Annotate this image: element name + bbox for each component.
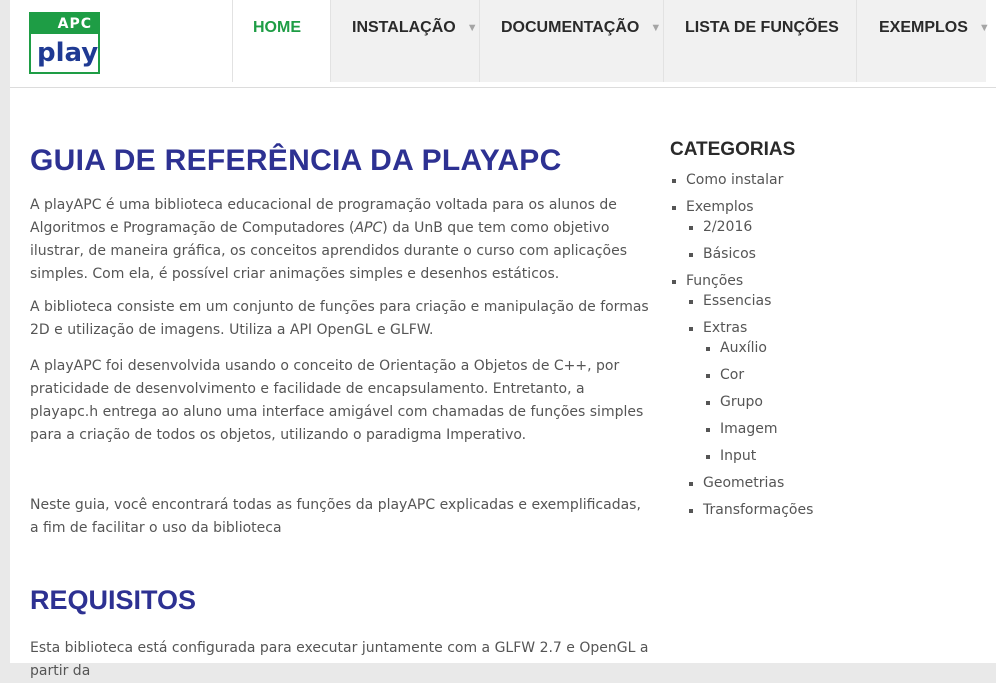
category-list: Como instalar Exemplos 2/2016 Básicos Fu… — [670, 170, 970, 520]
bullet-icon — [689, 509, 693, 513]
nav-exemplos[interactable]: EXEMPLOS ▼ — [856, 0, 990, 82]
category-link[interactable]: Geometrias — [703, 475, 784, 491]
requisitos-paragraph: Esta biblioteca está configurada para ex… — [30, 640, 649, 679]
category-item[interactable]: 2/2016 — [670, 217, 970, 237]
site-logo[interactable]: APC play — [29, 12, 100, 74]
category-item[interactable]: Essencias — [670, 291, 970, 311]
category-link[interactable]: Essencias — [703, 293, 771, 309]
oop-paragraph: A playAPC foi desenvolvida usando o conc… — [30, 358, 644, 443]
bullet-icon — [672, 179, 676, 183]
category-link[interactable]: Como instalar — [686, 172, 783, 188]
category-link[interactable]: Imagem — [720, 421, 777, 437]
category-link[interactable]: Funções — [686, 273, 743, 289]
page: APC play HOME INSTALAÇÃO ▼ DOCUMENTAÇÃO … — [10, 0, 996, 679]
page-title: GUIA DE REFERÊNCIA DA PLAYAPC — [30, 144, 562, 177]
bullet-icon — [689, 300, 693, 304]
bullet-icon — [672, 206, 676, 210]
bullet-icon — [672, 280, 676, 284]
bullet-icon — [689, 226, 693, 230]
intro-paragraph: A playAPC é uma biblioteca educacional d… — [30, 194, 650, 286]
chevron-down-icon: ▼ — [466, 22, 478, 34]
bullet-icon — [706, 347, 710, 351]
sidebar: CATEGORIAS Como instalar Exemplos 2/2016… — [670, 138, 970, 527]
category-link[interactable]: Extras — [703, 320, 747, 336]
category-link[interactable]: Cor — [720, 367, 744, 383]
category-link[interactable]: Auxílio — [720, 340, 767, 356]
category-item[interactable]: Input — [670, 446, 970, 466]
nav-home[interactable]: HOME — [232, 0, 330, 82]
bullet-icon — [689, 482, 693, 486]
category-item[interactable]: Geometrias — [670, 473, 970, 493]
category-link[interactable]: Exemplos — [686, 199, 754, 215]
guide-paragraph: Neste guia, você encontrará todas as fun… — [30, 497, 641, 536]
bullet-icon — [706, 401, 710, 405]
bullet-icon — [689, 253, 693, 257]
chevron-down-icon: ▼ — [650, 22, 662, 34]
nav-documentacao[interactable]: DOCUMENTAÇÃO ▼ — [479, 0, 663, 82]
bullet-icon — [706, 455, 710, 459]
logo-play-text: play — [37, 38, 99, 68]
category-item[interactable]: Básicos — [670, 244, 970, 264]
library-paragraph: A biblioteca consiste em um conjunto de … — [30, 299, 649, 338]
category-item[interactable]: Como instalar — [670, 170, 970, 190]
logo-apc-text: APC — [31, 14, 98, 34]
bullet-icon — [706, 428, 710, 432]
nav-exemplos-label: EXEMPLOS — [879, 19, 968, 36]
bullet-icon — [706, 374, 710, 378]
nav-lista-de-funcoes[interactable]: LISTA DE FUNÇÕES — [663, 0, 856, 82]
nav-lista-label: LISTA DE FUNÇÕES — [685, 19, 839, 36]
category-item[interactable]: Cor — [670, 365, 970, 385]
nav-instalacao-label: INSTALAÇÃO — [352, 19, 456, 36]
category-link[interactable]: Básicos — [703, 246, 756, 262]
apc-emphasis: APC — [354, 220, 383, 236]
category-link[interactable]: 2/2016 — [703, 219, 752, 235]
category-link[interactable]: Input — [720, 448, 756, 464]
categories-title: CATEGORIAS — [670, 139, 796, 160]
main-nav: HOME INSTALAÇÃO ▼ DOCUMENTAÇÃO ▼ LISTA D… — [232, 0, 990, 82]
category-item[interactable]: Funções — [670, 271, 970, 291]
category-item[interactable]: Transformações — [670, 500, 970, 520]
category-link[interactable]: Grupo — [720, 394, 763, 410]
nav-home-label: HOME — [253, 19, 301, 36]
category-item[interactable]: Exemplos — [670, 197, 970, 217]
category-item[interactable]: Auxílio — [670, 338, 970, 358]
nav-documentacao-label: DOCUMENTAÇÃO — [501, 19, 640, 36]
category-link[interactable]: Transformações — [703, 502, 813, 518]
category-item[interactable]: Imagem — [670, 419, 970, 439]
nav-instalacao[interactable]: INSTALAÇÃO ▼ — [330, 0, 479, 82]
requisitos-title: REQUISITOS — [30, 585, 197, 615]
bullet-icon — [689, 327, 693, 331]
chevron-down-icon: ▼ — [978, 22, 990, 34]
site-header: APC play HOME INSTALAÇÃO ▼ DOCUMENTAÇÃO … — [10, 0, 996, 88]
category-item[interactable]: Extras — [670, 318, 970, 338]
category-item[interactable]: Grupo — [670, 392, 970, 412]
